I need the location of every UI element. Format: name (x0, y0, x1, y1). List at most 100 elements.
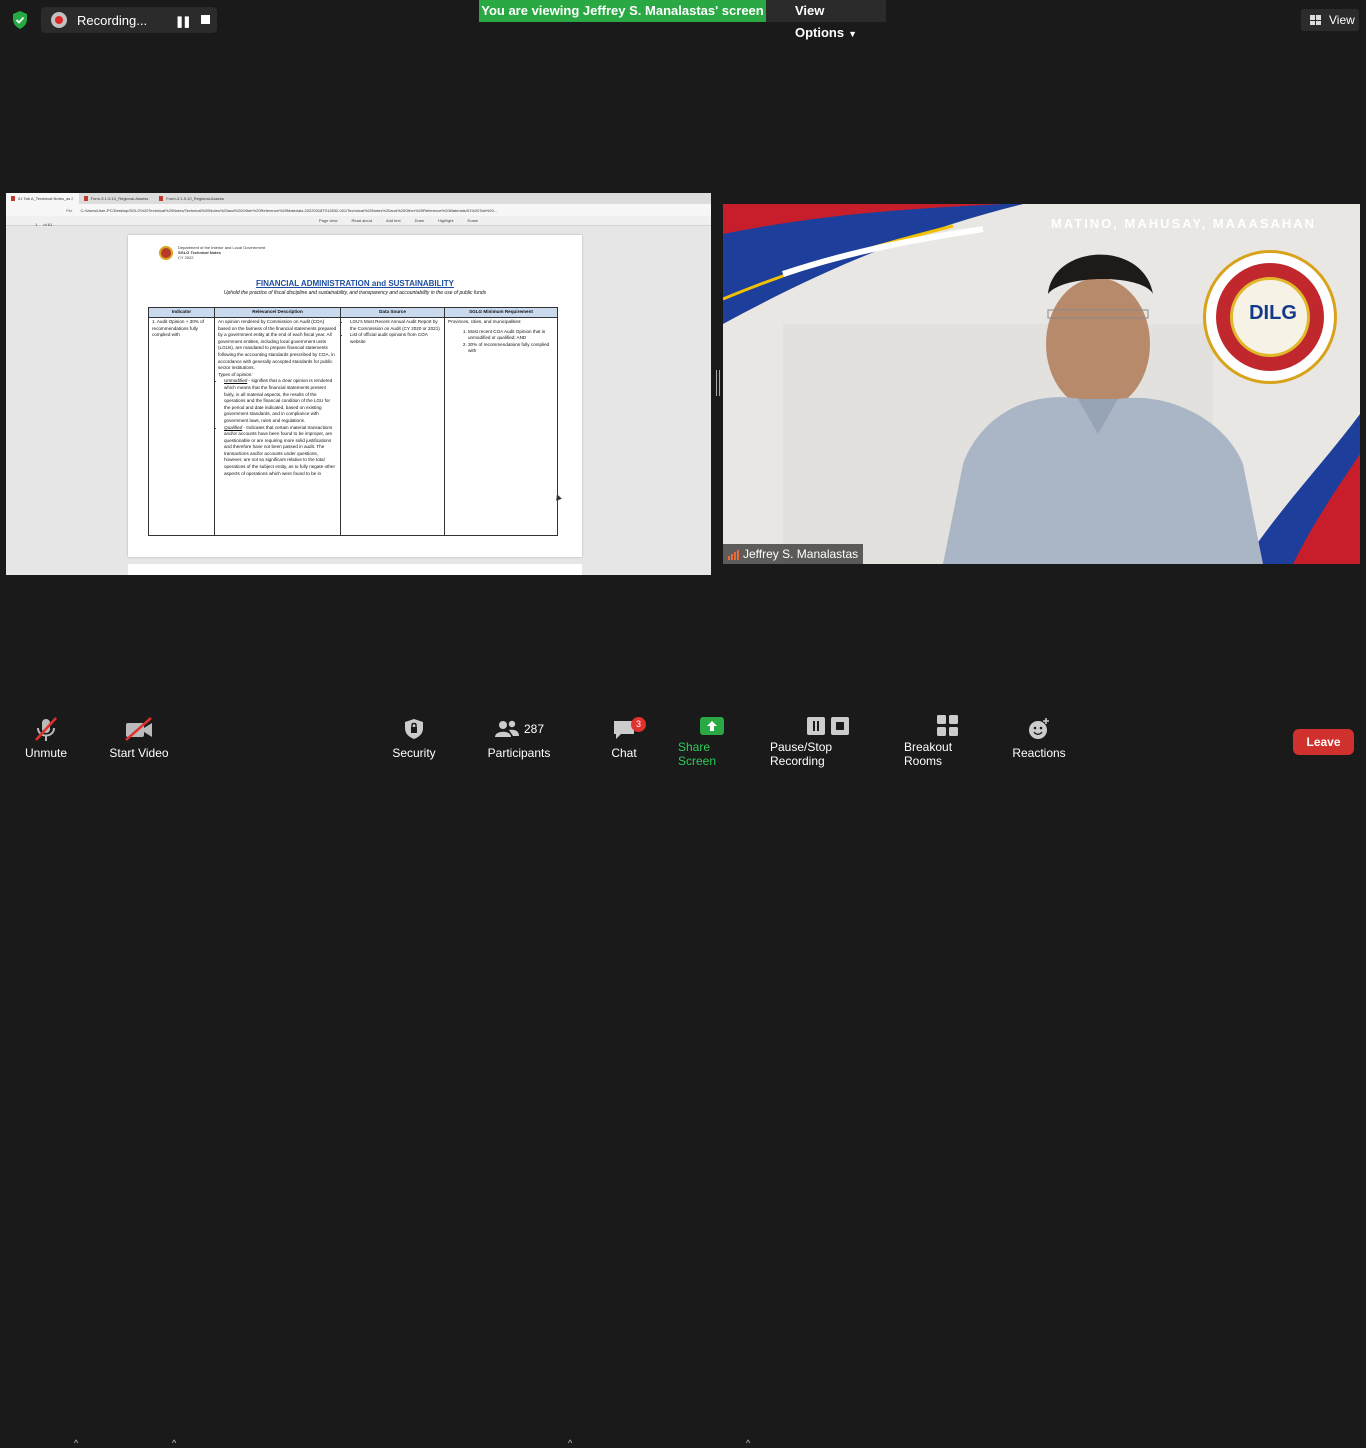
pause-stop-recording-button[interactable]: Pause/Stop Recording (770, 712, 888, 768)
types-label: Types of opinion: (218, 371, 253, 377)
mouse-cursor-icon (554, 493, 562, 501)
description-text: An opinion rendered by Commission on Aud… (218, 319, 337, 371)
unmute-label: Unmute (24, 746, 68, 760)
highlight-button[interactable]: Highlight (438, 218, 454, 223)
list-item: Unmodified - signifies that a clear opin… (224, 378, 337, 424)
document-title: FINANCIAL ADMINISTRATION and SUSTAINABIL… (256, 279, 454, 288)
file-label: File (66, 207, 73, 213)
breakout-rooms-button[interactable]: Breakout Rooms (904, 712, 992, 768)
chevron-down-icon: ▼ (848, 29, 858, 39)
list-item: LGU's Most Recent Annual Audit Report by… (350, 319, 441, 332)
stop-recording-icon[interactable] (201, 15, 210, 24)
chat-button[interactable]: 3 Chat (610, 712, 646, 768)
address-bar[interactable]: File C:/Users/User-PC/Desktop/SGLG%20Tec… (6, 204, 711, 216)
browser-tab[interactable]: Form-3.1-5.10_Regional-Assess (154, 193, 230, 204)
indicator-table: Indicator Relevance/ Description Data So… (148, 307, 558, 536)
dilg-seal-icon (159, 246, 173, 260)
reactions-smiley-icon (1027, 712, 1051, 746)
encryption-shield-icon[interactable] (10, 10, 30, 30)
page-view-button[interactable]: Page view (319, 218, 337, 223)
browser-tab-bar: 01 Tab A_Technical Notes_as f Form-3.1-5… (6, 193, 711, 204)
chat-label: Chat (611, 746, 637, 760)
requirement-cell: Provinces, cities, and municipalities: M… (444, 317, 558, 536)
data-source-cell: LGU's Most Recent Annual Audit Report by… (340, 317, 445, 536)
source-list: LGU's Most Recent Annual Audit Report by… (344, 319, 441, 345)
recording-control-label: Pause/Stop Recording (770, 740, 833, 768)
column-header: Data Source (340, 307, 445, 318)
notes-year: CY 2022 (178, 255, 194, 260)
browser-tab[interactable]: 01 Tab A_Technical Notes_as f (6, 193, 79, 204)
list-item: 30% of recommendations fully complied wi… (468, 342, 554, 355)
pdf-page (128, 564, 582, 575)
participant-name: Jeffrey S. Manalastas (743, 547, 859, 561)
share-options-caret-icon[interactable]: ^ (746, 1438, 750, 1448)
pause-stop-icon (807, 712, 851, 740)
participant-name-tag: Jeffrey S. Manalastas (723, 544, 864, 564)
list-item: List of official audit opinions from COA… (350, 332, 441, 345)
pause-recording-icon[interactable]: ❚❚ (175, 15, 192, 28)
leave-button[interactable]: Leave (1293, 729, 1354, 755)
chat-badge: 3 (631, 717, 646, 732)
view-options-button[interactable]: View Options ▼ (766, 0, 886, 40)
meeting-controls: Unmute ^ Start Video ^ Security 287 Part… (0, 712, 1366, 1448)
opinion-type-list: Unmodified - signifies that a clear opin… (218, 378, 337, 477)
video-options-caret-icon[interactable]: ^ (172, 1438, 176, 1448)
indicator-cell: 1. Audit Opinion + 30% of recommendation… (148, 317, 215, 536)
pdf-toolbar: Page view Read aloud Add text Draw Highl… (6, 216, 711, 226)
viewing-screen-banner: You are viewing Jeffrey S. Manalastas' s… (479, 0, 766, 22)
share-screen-button[interactable]: Share Screen (678, 712, 746, 768)
participant-video[interactable]: MATINO, MAHUSAY, MAAASAHAN DILG Jeffrey … (723, 204, 1360, 564)
chat-bubble-icon: 3 (612, 712, 646, 746)
pdf-viewer[interactable]: Department of the Interior and Local Gov… (6, 227, 711, 575)
pdf-page: Department of the Interior and Local Gov… (128, 235, 582, 557)
start-video-label: Start Video (109, 746, 169, 760)
requirement-intro: Provinces, cities, and municipalities: (448, 319, 522, 324)
resize-handle[interactable] (716, 370, 720, 396)
security-button[interactable]: Security (391, 712, 437, 768)
document-subtitle: Uphold the practice of fiscal discipline… (223, 290, 487, 296)
breakout-rooms-icon (937, 712, 959, 740)
column-header: SGLG Minimum Requirement (444, 307, 558, 318)
breakout-rooms-label: Breakout Rooms (904, 740, 953, 768)
column-header: Relevance/ Description (214, 307, 341, 318)
read-aloud-button[interactable]: Read aloud (351, 218, 371, 223)
share-screen-label: Share Screen (678, 740, 717, 768)
participants-button[interactable]: 287 Participants (488, 712, 550, 768)
list-item: Qualified - Indicates that certain mater… (224, 425, 337, 478)
microphone-muted-icon (33, 712, 59, 746)
dilg-seal-logo: DILG (1203, 250, 1337, 384)
seal-label: DILG (1249, 302, 1297, 324)
start-video-button[interactable]: Start Video (109, 712, 169, 768)
grid-view-icon (1310, 15, 1321, 25)
list-item: Most recent COA Audit Opinion that is un… (468, 329, 554, 342)
shared-screen[interactable]: 01 Tab A_Technical Notes_as f Form-3.1-5… (6, 193, 711, 575)
participants-icon: 287 (494, 712, 544, 746)
participants-caret-icon[interactable]: ^ (568, 1438, 572, 1448)
reactions-label: Reactions (1012, 746, 1066, 760)
audio-options-caret-icon[interactable]: ^ (74, 1438, 78, 1448)
video-off-icon (124, 712, 154, 746)
draw-button[interactable]: Draw (415, 218, 424, 223)
security-label: Security (392, 746, 436, 760)
view-button-label: View (1329, 13, 1355, 27)
share-screen-icon (700, 712, 724, 740)
add-text-button[interactable]: Add text (386, 218, 401, 223)
motto-text: MATINO, MAHUSAY, MAAASAHAN (1051, 216, 1317, 231)
view-options-label: View Options (795, 3, 845, 40)
column-header: Indicator (148, 307, 215, 318)
participant-count: 287 (523, 722, 545, 736)
recording-dot-icon (51, 12, 67, 28)
reactions-button[interactable]: Reactions (1012, 712, 1066, 768)
erase-button[interactable]: Erase (468, 218, 478, 223)
address-url: C:/Users/User-PC/Desktop/SGLG%20Technica… (80, 207, 498, 213)
recording-indicator: Recording... ❚❚ (41, 7, 217, 33)
unmute-button[interactable]: Unmute (24, 712, 68, 768)
participants-label: Participants (487, 746, 551, 760)
recording-label: Recording... (77, 12, 148, 28)
description-cell: An opinion rendered by Commission on Aud… (214, 317, 341, 536)
browser-tab[interactable]: Form-3.1-5.10_Regional-Assess (79, 193, 155, 204)
view-button[interactable]: View (1301, 9, 1359, 31)
document-header: Department of the Interior and Local Gov… (178, 245, 265, 260)
signal-strength-icon (728, 550, 739, 560)
requirement-list: Most recent COA Audit Opinion that is un… (448, 329, 554, 355)
